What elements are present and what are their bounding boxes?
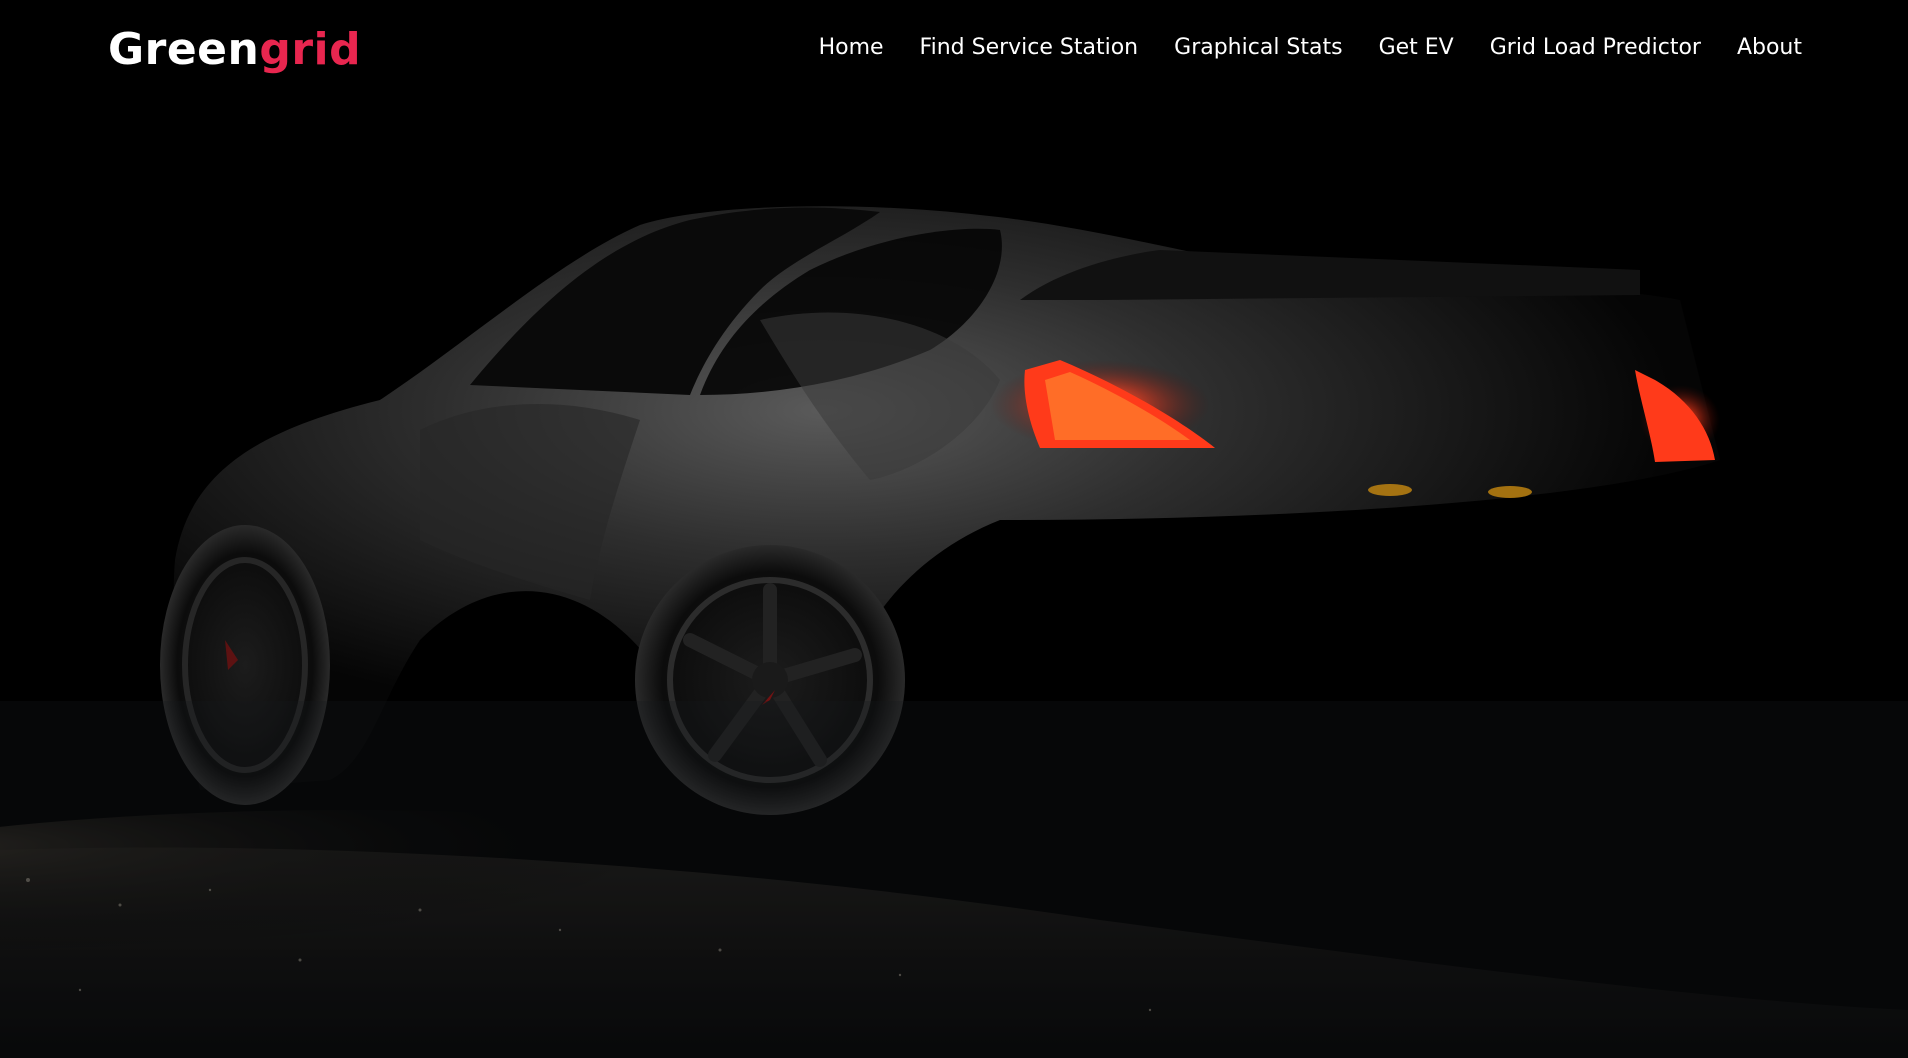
nav-link-home[interactable]: Home bbox=[819, 31, 884, 65]
brand-name-part1: Green bbox=[108, 24, 260, 75]
nav-links: Home Find Service Station Graphical Stat… bbox=[819, 31, 1802, 65]
nav-link-grid-load-predictor[interactable]: Grid Load Predictor bbox=[1490, 31, 1701, 65]
nav-link-find-service-station[interactable]: Find Service Station bbox=[920, 31, 1139, 65]
nav-link-about[interactable]: About bbox=[1737, 31, 1802, 65]
brand-name-part2: grid bbox=[259, 24, 362, 75]
hero-car-image bbox=[0, 0, 1908, 1058]
brand-logo[interactable]: Greengrid bbox=[108, 22, 361, 78]
nav-link-graphical-stats[interactable]: Graphical Stats bbox=[1174, 31, 1342, 65]
landing-page: Greengrid Home Find Service Station Grap… bbox=[0, 0, 1908, 1058]
navbar: Greengrid Home Find Service Station Grap… bbox=[0, 0, 1908, 100]
nav-link-get-ev[interactable]: Get EV bbox=[1379, 31, 1454, 65]
